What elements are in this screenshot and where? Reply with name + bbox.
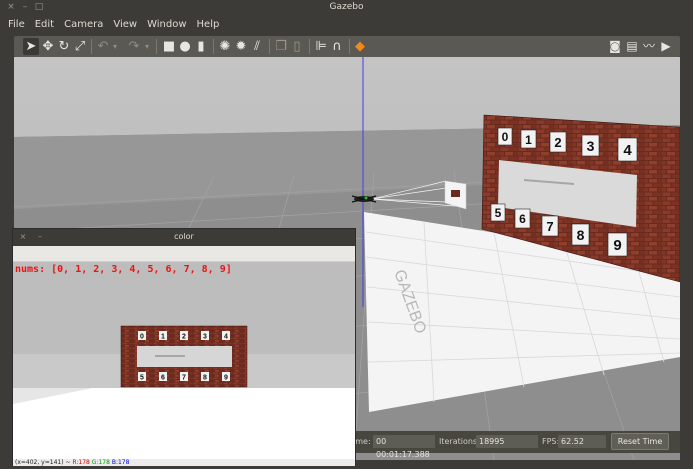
pixel-info-status: (x=402, y=141) ~ R:178 G:178 B:178 [13, 459, 355, 466]
toolbar-separator [309, 39, 310, 54]
wall-digit: 7 [546, 219, 553, 234]
pixel-red: R:178 [72, 459, 90, 466]
wall-digit: 1 [525, 133, 532, 147]
menu-file[interactable]: File [8, 19, 25, 30]
wall-digit: 9 [613, 237, 621, 254]
color-image-window: × – color 0 1 2 3 4 5 6 7 8 9 nums: [0, … [12, 228, 356, 466]
menu-view[interactable]: View [113, 19, 137, 30]
cv-wall-digit: 5 [140, 375, 144, 382]
toolbar-separator [213, 39, 214, 54]
cv-wall-digit: 7 [182, 375, 186, 382]
snap-icon[interactable]: ∩ [330, 38, 344, 55]
cv-wall-digit: 2 [182, 334, 186, 341]
redo-icon[interactable]: ↷ [127, 38, 141, 55]
sphere-icon[interactable]: ● [178, 38, 192, 55]
wall-digit: 8 [577, 227, 585, 243]
iterations-label: Iterations: [439, 437, 480, 446]
iterations-value: 18995 [476, 435, 538, 448]
cv-wall-digit: 3 [203, 334, 207, 341]
wall-digit: 0 [502, 130, 509, 144]
scale-icon[interactable]: ⤢ [73, 38, 87, 55]
cv-wall-digit: 9 [224, 375, 228, 382]
toolbar-separator [349, 39, 350, 54]
wall-digit: 6 [519, 212, 526, 226]
cylinder-icon[interactable]: ▮ [194, 38, 208, 55]
orange-joint-icon[interactable]: ◆ [353, 38, 367, 55]
camera-frame: 0 1 2 3 4 5 6 7 8 9 [13, 262, 355, 459]
rotate-icon[interactable]: ↻ [57, 38, 71, 55]
point-light-icon[interactable]: ✺ [218, 38, 232, 55]
undo-dropdown-icon[interactable]: ▾ [111, 38, 119, 55]
cv-wall-digit: 4 [224, 334, 228, 341]
cv-wall-digit: 1 [161, 334, 165, 341]
fps-label: FPS: [542, 437, 560, 446]
toolbar-separator [156, 39, 157, 54]
color-window-title: color [174, 232, 194, 241]
fps-value: 62.52 [558, 435, 606, 448]
video-icon[interactable]: ▶ [659, 38, 673, 55]
log-icon[interactable]: ▤ [625, 38, 639, 55]
menu-camera[interactable]: Camera [64, 19, 103, 30]
pixel-blue: B:178 [111, 459, 130, 466]
menu-edit[interactable]: Edit [35, 19, 54, 30]
wall-digit: 4 [623, 142, 632, 159]
cv-wall-digit: 8 [203, 375, 207, 382]
select-arrow-icon[interactable]: ➤ [23, 38, 39, 55]
menu-help[interactable]: Help [197, 19, 220, 30]
redo-dropdown-icon[interactable]: ▾ [143, 38, 151, 55]
menu-bar: File Edit Camera View Window Help [0, 15, 693, 34]
menu-window[interactable]: Window [147, 19, 186, 30]
sim-time-value: 00 00:01:17.388 [373, 435, 435, 459]
window-title: Gazebo [329, 2, 364, 12]
title-bar: × – □ Gazebo [0, 0, 693, 15]
pixel-coords: (x=402, y=141) ~ [15, 459, 73, 466]
detected-numbers-overlay: nums: [0, 1, 2, 3, 4, 5, 6, 7, 8, 9] [15, 264, 232, 275]
wall-digit: 3 [587, 138, 595, 154]
color-window-toolbar [13, 246, 355, 262]
undo-icon[interactable]: ↶ [96, 38, 110, 55]
toolbar-separator [91, 39, 92, 54]
toolbar: ➤ ✥ ↻ ⤢ ↶ ▾ ↷ ▾ ■ ● ▮ ✺ ✹ ⫽ ❐ ▯ ⊫ ∩ ◆ ◙ … [14, 36, 680, 57]
paste-icon[interactable]: ▯ [290, 38, 304, 55]
pixel-green: G:178 [91, 459, 110, 466]
wall-digit: 2 [554, 135, 561, 150]
cv-wall-digit: 6 [161, 375, 165, 382]
copy-icon[interactable]: ❐ [274, 38, 288, 55]
spot-light-icon[interactable]: ✹ [234, 38, 248, 55]
drone-model[interactable] [351, 195, 377, 203]
translate-icon[interactable]: ✥ [41, 38, 55, 55]
cv-wall-digit: 0 [140, 334, 144, 341]
camera-image[interactable]: 0 1 2 3 4 5 6 7 8 9 nums: [0, 1, 2, 3, 4… [13, 262, 355, 459]
align-icon[interactable]: ⊫ [314, 38, 328, 55]
camera-screenshot-icon[interactable]: ◙ [608, 38, 622, 55]
wall-digit: 5 [495, 206, 502, 220]
status-bar: ime: 00 00:01:17.388 Iterations: 18995 F… [348, 431, 680, 459]
reset-time-button[interactable]: Reset Time [611, 433, 669, 450]
box-icon[interactable]: ■ [162, 38, 176, 55]
color-window-titlebar: × – color [13, 229, 355, 246]
toolbar-separator [269, 39, 270, 54]
directional-light-icon[interactable]: ⫽ [250, 38, 264, 55]
plot-icon[interactable]: 〰 [642, 38, 656, 55]
